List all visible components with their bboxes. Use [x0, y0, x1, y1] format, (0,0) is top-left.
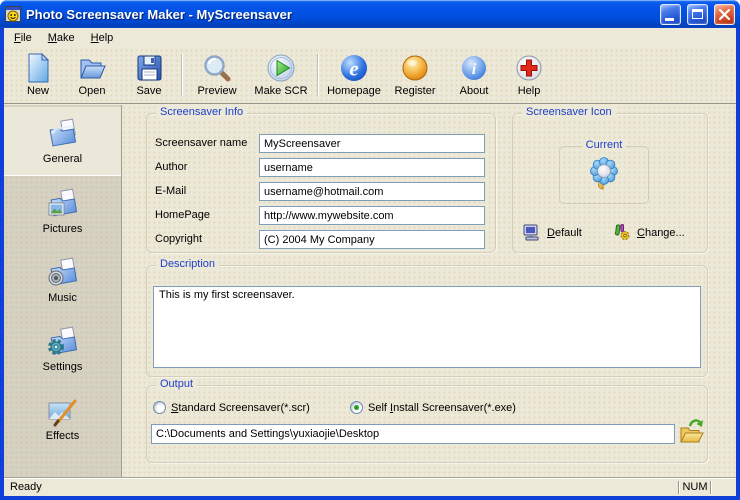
- sidebar-item-effects[interactable]: Effects: [4, 383, 121, 452]
- pictures-folder-icon: [46, 187, 80, 221]
- save-floppy-icon: [133, 52, 165, 84]
- close-icon: [715, 5, 734, 24]
- field-label: E-Mail: [155, 185, 186, 197]
- menu-file[interactable]: File: [6, 30, 40, 46]
- help-cross-icon: [513, 52, 545, 84]
- field-row: Screensaver name: [155, 134, 487, 154]
- sidebar: General Pictures: [4, 105, 122, 477]
- screensaver-info-group: Screensaver Info Screensaver name Author…: [146, 113, 496, 253]
- preview-magnifier-icon: [201, 52, 233, 84]
- homepage-input[interactable]: [259, 206, 485, 225]
- titlebar[interactable]: Photo Screensaver Maker - MyScreensaver: [0, 0, 740, 28]
- sidebar-item-music[interactable]: Music: [4, 245, 121, 314]
- field-label: Screensaver name: [155, 137, 247, 149]
- statusbar-separator: [678, 481, 680, 494]
- group-caption: Description: [156, 258, 219, 270]
- screensaver-name-input[interactable]: [259, 134, 485, 153]
- window-title: Photo Screensaver Maker - MyScreensaver: [26, 7, 654, 22]
- radio-checked-dot: [354, 405, 359, 410]
- homepage-globe-icon: e: [338, 52, 370, 84]
- svg-text:e: e: [349, 57, 358, 81]
- group-caption: Screensaver Info: [156, 106, 247, 118]
- window-body: File Make Help New Open: [4, 28, 736, 496]
- group-caption: Screensaver Icon: [522, 106, 616, 118]
- change-label: Change...: [637, 227, 685, 239]
- smiley-window-icon: [5, 6, 21, 22]
- new-button[interactable]: New: [12, 52, 64, 97]
- app-window: Photo Screensaver Maker - MyScreensaver …: [0, 0, 740, 500]
- register-button[interactable]: Register: [386, 52, 444, 97]
- menubar: File Make Help: [4, 28, 736, 48]
- toolbar-separator: [317, 54, 319, 96]
- preview-button[interactable]: Preview: [186, 52, 248, 97]
- menu-help[interactable]: Help: [83, 30, 122, 46]
- output-group: Output Standard Screensaver(*.scr) Self …: [146, 385, 708, 463]
- field-label: Author: [155, 161, 187, 173]
- statusbar-separator: [710, 481, 712, 494]
- make-scr-play-icon: [265, 52, 297, 84]
- field-row: Author: [155, 158, 487, 178]
- svg-text:i: i: [472, 61, 477, 78]
- about-info-icon: i: [458, 52, 490, 84]
- output-path-input[interactable]: [151, 424, 675, 444]
- status-text: Ready: [10, 481, 42, 493]
- sidebar-item-general[interactable]: General: [4, 107, 121, 176]
- help-button[interactable]: Help: [504, 52, 554, 97]
- field-label: Copyright: [155, 233, 202, 245]
- music-folder-icon: [46, 256, 80, 290]
- radio-standard-screensaver[interactable]: Standard Screensaver(*.scr): [153, 401, 310, 414]
- general-folder-icon: [46, 117, 80, 151]
- screensaver-icon-group: Screensaver Icon Current: [512, 113, 708, 253]
- toolbar: New Open: [4, 48, 736, 104]
- open-folder-arrow-icon: [679, 416, 705, 446]
- effects-picture-icon: [46, 394, 80, 428]
- new-document-icon: [22, 52, 54, 84]
- content-panel: Screensaver Info Screensaver name Author…: [122, 105, 736, 477]
- tools-icon: [613, 224, 631, 241]
- minimize-icon: [665, 18, 674, 21]
- default-label: Default: [547, 227, 582, 239]
- copyright-input[interactable]: [259, 230, 485, 249]
- radio-standard-label: Standard Screensaver(*.scr): [171, 402, 310, 414]
- group-caption: Output: [156, 378, 197, 390]
- maximize-icon: [692, 9, 703, 19]
- radio-circle-icon[interactable]: [153, 401, 166, 414]
- field-label: HomePage: [155, 209, 210, 221]
- minimize-button[interactable]: [660, 4, 681, 25]
- change-icon-button[interactable]: Change...: [613, 224, 685, 241]
- toolbar-separator: [181, 54, 183, 96]
- description-group: Description This is my first screensaver…: [146, 265, 708, 377]
- close-button[interactable]: [714, 4, 735, 25]
- author-input[interactable]: [259, 158, 485, 177]
- computer-icon: [523, 224, 541, 241]
- current-caption: Current: [583, 139, 626, 151]
- email-input[interactable]: [259, 182, 485, 201]
- sidebar-item-settings[interactable]: Settings: [4, 314, 121, 383]
- settings-folder-icon: [46, 325, 80, 359]
- description-textarea[interactable]: This is my first screensaver.: [153, 286, 701, 368]
- statusbar: Ready NUM: [4, 477, 736, 496]
- register-orb-icon: [399, 52, 431, 84]
- make-scr-button[interactable]: Make SCR: [248, 52, 314, 97]
- maximize-button[interactable]: [687, 4, 708, 25]
- radio-circle-icon[interactable]: [350, 401, 363, 414]
- open-folder-icon: [76, 52, 108, 84]
- rosette-award-icon: [584, 155, 624, 195]
- about-button[interactable]: i About: [444, 52, 504, 97]
- browse-folder-button[interactable]: [679, 416, 705, 446]
- field-row: E-Mail: [155, 182, 487, 202]
- save-button[interactable]: Save: [120, 52, 178, 97]
- menu-make[interactable]: Make: [40, 30, 83, 46]
- radio-self-install-screensaver[interactable]: Self Install Screensaver(*.exe): [350, 401, 516, 414]
- sidebar-item-pictures[interactable]: Pictures: [4, 176, 121, 245]
- current-icon-box: Current: [559, 146, 649, 204]
- field-row: Copyright: [155, 230, 487, 250]
- homepage-button[interactable]: e Homepage: [322, 52, 386, 97]
- field-row: HomePage: [155, 206, 487, 226]
- open-button[interactable]: Open: [64, 52, 120, 97]
- num-lock-indicator: NUM: [682, 481, 708, 493]
- default-icon-button[interactable]: Default: [523, 224, 582, 241]
- main-area: General Pictures: [4, 105, 736, 477]
- radio-self-install-label: Self Install Screensaver(*.exe): [368, 402, 516, 414]
